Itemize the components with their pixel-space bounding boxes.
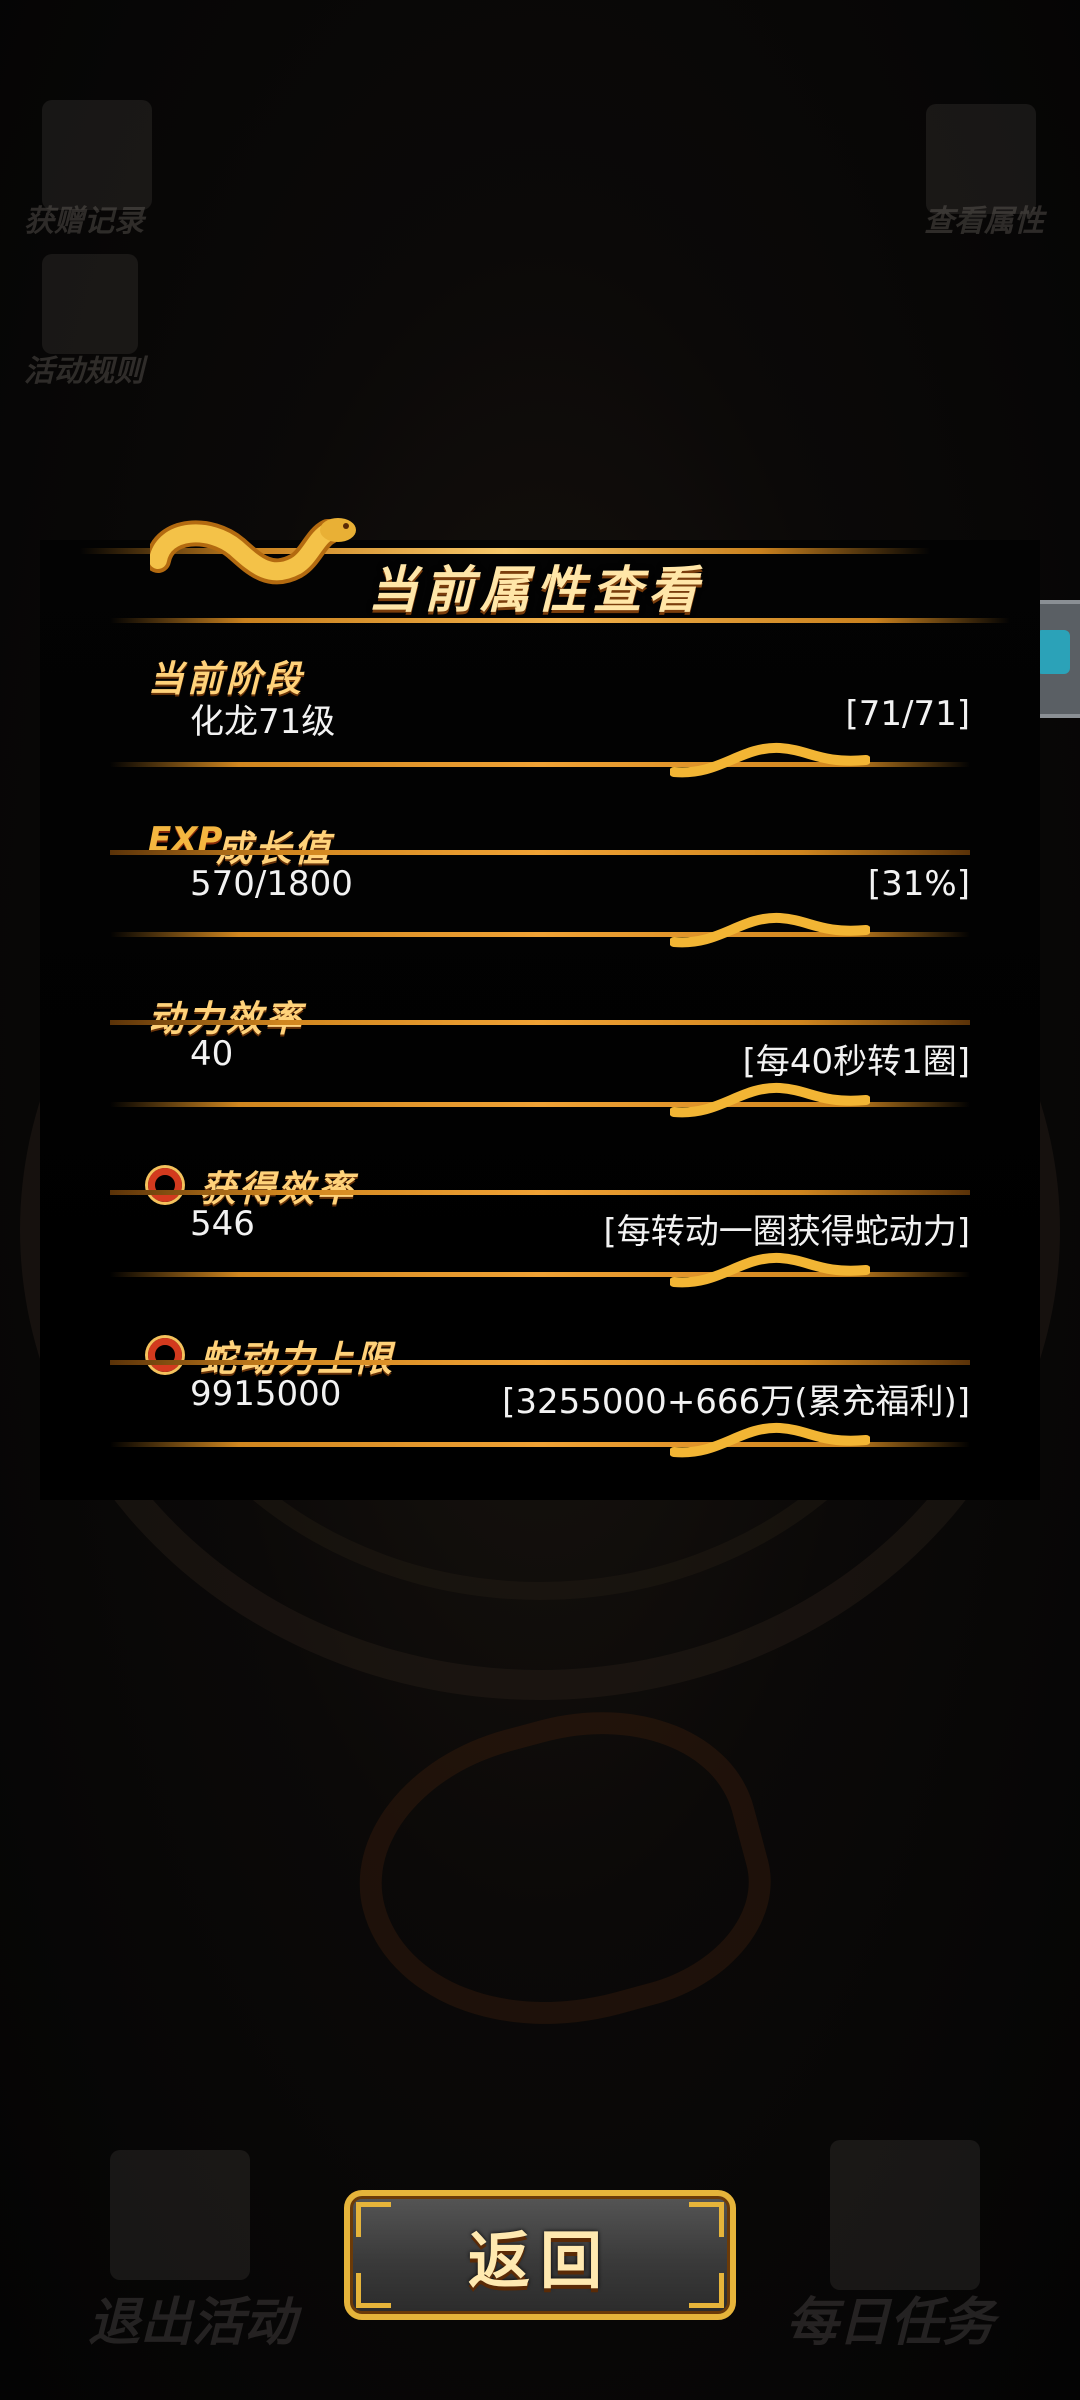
exit-activity-label: 退出活动 <box>88 2293 297 2353</box>
snake-power-cap-section: 蛇动力上限 9915000 [3255000+666万(累充福利)] <box>110 1330 970 1490</box>
gold-wave-ornament <box>670 1252 870 1288</box>
gold-wave-ornament <box>670 1082 870 1118</box>
activity-rules-icon <box>42 254 138 354</box>
gain-efficiency-note: [每转动一圈获得蛇动力] <box>603 1212 970 1252</box>
ring-icon <box>148 1168 182 1202</box>
power-efficiency-note: [每40秒转1圈] <box>742 1042 970 1082</box>
golden-snake-icon <box>150 518 356 585</box>
gold-wave-ornament <box>670 1422 870 1458</box>
panel-title: 当前属性查看 <box>368 561 704 619</box>
growth-value: 570/1800 <box>190 864 353 904</box>
gift-record-label: 获赠记录 <box>24 204 144 239</box>
view-attributes-label: 查看属性 <box>924 204 1044 239</box>
section-top-line <box>110 1190 970 1195</box>
exit-door-icon <box>110 2150 250 2280</box>
section-top-line <box>110 1360 970 1365</box>
activity-rules-label: 活动规则 <box>24 354 144 389</box>
gold-wave-ornament <box>670 742 870 778</box>
power-efficiency-value: 40 <box>190 1034 234 1074</box>
task-scroll-icon <box>830 2140 980 2290</box>
gold-wave-ornament <box>670 912 870 948</box>
stage-value: 化龙71级 <box>190 702 336 742</box>
growth-percent: [31%] <box>867 864 970 904</box>
gift-record-icon <box>42 100 152 210</box>
section-top-line <box>110 850 970 855</box>
power-efficiency-section: 动力效率 40 [每40秒转1圈] <box>110 990 970 1150</box>
stage-section: 当前阶段 化龙71级 [71/71] <box>110 650 970 810</box>
snake-power-cap-note: [3255000+666万(累充福利)] <box>502 1382 970 1422</box>
return-button-label: 返回 <box>467 2224 612 2297</box>
ring-icon <box>148 1338 182 1372</box>
growth-section: EXP 成长值 570/1800 [31%] <box>110 820 970 980</box>
snake-power-cap-value: 9915000 <box>190 1374 342 1414</box>
stage-progress: [71/71] <box>845 694 970 734</box>
daily-tasks-label: 每日任务 <box>786 2293 995 2353</box>
gain-efficiency-value: 546 <box>190 1204 255 1244</box>
side-toggle-icon <box>1036 630 1070 674</box>
gain-efficiency-section: 获得效率 546 [每转动一圈获得蛇动力] <box>110 1160 970 1320</box>
section-top-line <box>110 1020 970 1025</box>
return-button[interactable]: 返回 <box>344 2190 736 2320</box>
